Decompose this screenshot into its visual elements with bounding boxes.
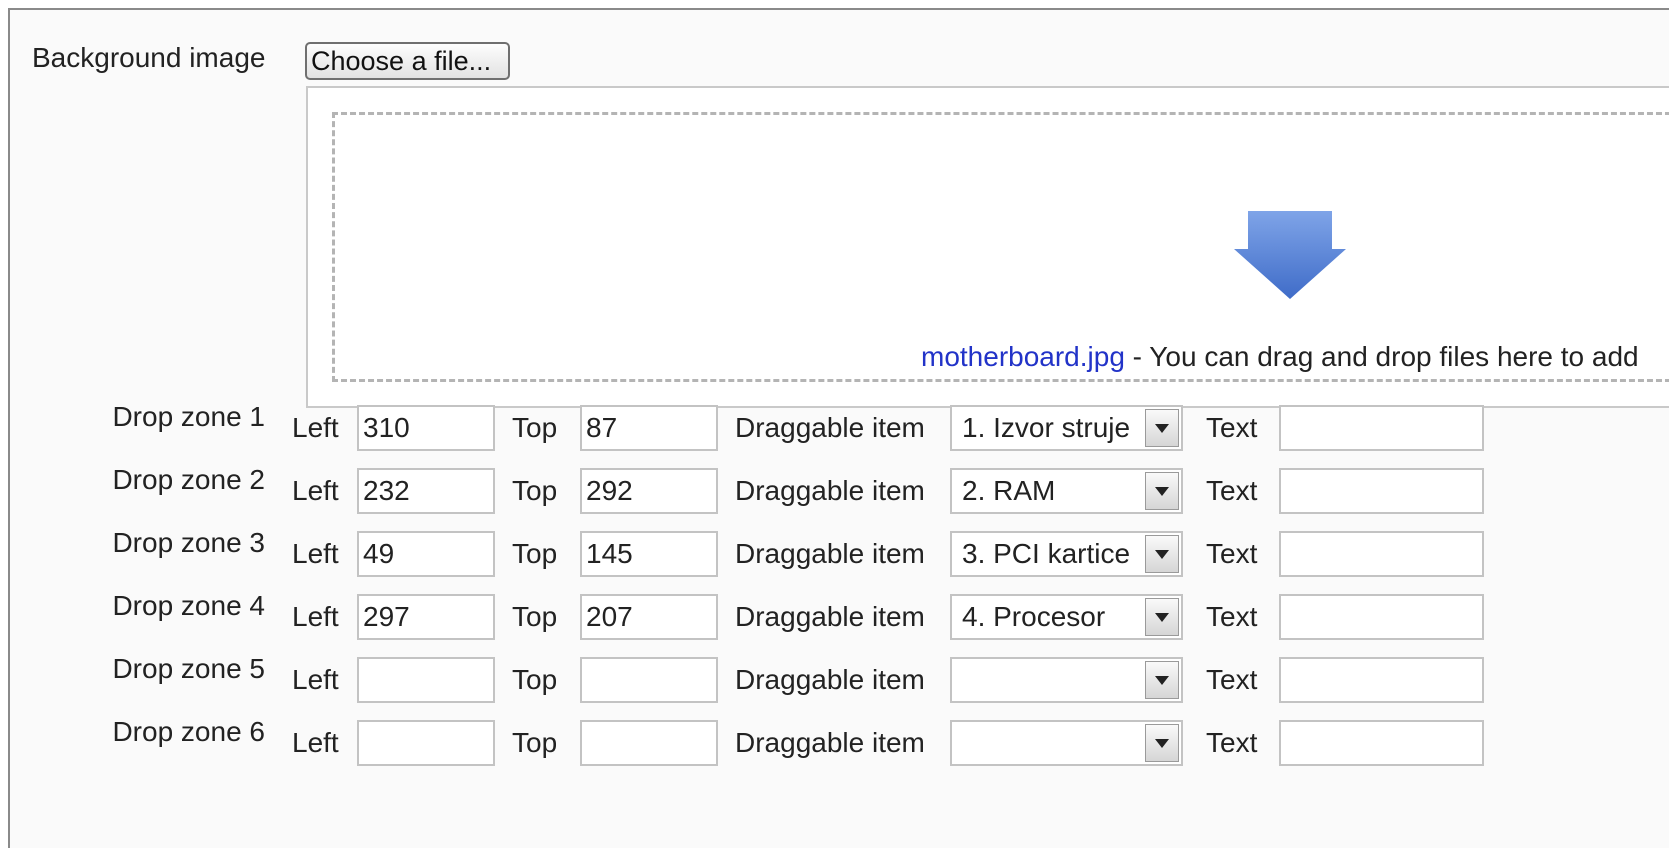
drop-zone-1-left-input[interactable] [357, 405, 495, 451]
chevron-down-icon [1155, 487, 1169, 496]
selected-item: 3. PCI kartice [962, 538, 1131, 569]
drop-zone-3-text-input[interactable] [1279, 531, 1484, 577]
top-label: Top [512, 664, 558, 695]
select-dropdown-button[interactable] [1145, 472, 1179, 510]
left-label: Left [292, 727, 339, 758]
drop-zone-6-top-input[interactable] [580, 720, 718, 766]
drop-zone-4-text-input[interactable] [1279, 594, 1484, 640]
chevron-down-icon [1155, 424, 1169, 433]
top-label: Top [512, 727, 558, 758]
drop-zone-5-draggable-select[interactable] [950, 657, 1183, 703]
drop-zone-1-label: Drop zone 1 [112, 401, 265, 432]
drop-zone-2-top-input[interactable] [580, 468, 718, 514]
drop-zone-1-draggable-select[interactable]: 1. Izvor struje [950, 405, 1183, 451]
left-label: Left [292, 412, 339, 443]
drop-zone-1-top-input[interactable] [580, 405, 718, 451]
drop-zone-2-left-input[interactable] [357, 468, 495, 514]
drop-zone-4-left-input[interactable] [357, 594, 495, 640]
top-label: Top [512, 412, 558, 443]
draggable-item-label: Draggable item [735, 727, 925, 758]
select-dropdown-button[interactable] [1145, 535, 1179, 573]
background-image-label: Background image [32, 42, 266, 73]
drop-zone-6-draggable-select[interactable] [950, 720, 1183, 766]
text-label: Text [1206, 538, 1258, 569]
drop-zone-5-top-input[interactable] [580, 657, 718, 703]
file-manager-area: motherboard.jpg - You can drag and drop … [306, 86, 1669, 408]
draggable-item-label: Draggable item [735, 412, 925, 443]
drop-area[interactable]: motherboard.jpg - You can drag and drop … [332, 112, 1669, 382]
left-label: Left [292, 475, 339, 506]
draggable-item-label: Draggable item [735, 475, 925, 506]
drop-zone-1-text-input[interactable] [1279, 405, 1484, 451]
select-dropdown-button[interactable] [1145, 661, 1179, 699]
top-label: Top [512, 475, 558, 506]
top-label: Top [512, 538, 558, 569]
left-label: Left [292, 601, 339, 632]
drop-zone-4-top-input[interactable] [580, 594, 718, 640]
selected-item: 4. Procesor [962, 601, 1106, 632]
choose-file-button[interactable]: Choose a file... [305, 42, 510, 80]
drop-zone-3-draggable-select[interactable]: 3. PCI kartice [950, 531, 1183, 577]
drop-zone-4-label: Drop zone 4 [112, 590, 265, 621]
left-label: Left [292, 538, 339, 569]
select-dropdown-button[interactable] [1145, 598, 1179, 636]
drop-zone-6-label: Drop zone 6 [112, 716, 265, 747]
drop-zone-6-text-input[interactable] [1279, 720, 1484, 766]
chevron-down-icon [1155, 739, 1169, 748]
text-label: Text [1206, 727, 1258, 758]
draggable-item-label: Draggable item [735, 538, 925, 569]
drop-zone-3-label: Drop zone 3 [112, 527, 265, 558]
chevron-down-icon [1155, 676, 1169, 685]
down-arrow-icon [1234, 211, 1346, 299]
file-link[interactable]: motherboard.jpg [921, 341, 1125, 372]
text-label: Text [1206, 475, 1258, 506]
drop-zone-5-label: Drop zone 5 [112, 653, 265, 684]
drop-zone-2-label: Drop zone 2 [112, 464, 265, 495]
top-label: Top [512, 601, 558, 632]
drop-zone-5-left-input[interactable] [357, 657, 495, 703]
drop-zone-4-draggable-select[interactable]: 4. Procesor [950, 594, 1183, 640]
text-label: Text [1206, 664, 1258, 695]
drop-zone-2-text-input[interactable] [1279, 468, 1484, 514]
chevron-down-icon [1155, 613, 1169, 622]
draggable-item-label: Draggable item [735, 601, 925, 632]
drop-hint: - You can drag and drop files here to ad… [1124, 341, 1639, 372]
drop-zone-2-draggable-select[interactable]: 2. RAM [950, 468, 1183, 514]
selected-item: 1. Izvor struje [962, 412, 1131, 443]
left-label: Left [292, 664, 339, 695]
drop-zone-3-top-input[interactable] [580, 531, 718, 577]
text-label: Text [1206, 601, 1258, 632]
drop-zone-6-left-input[interactable] [357, 720, 495, 766]
drop-message: motherboard.jpg - You can drag and drop … [921, 341, 1639, 373]
select-dropdown-button[interactable] [1145, 409, 1179, 447]
chevron-down-icon [1155, 550, 1169, 559]
text-label: Text [1206, 412, 1258, 443]
select-dropdown-button[interactable] [1145, 724, 1179, 762]
selected-item: 2. RAM [962, 475, 1056, 506]
drop-zone-3-left-input[interactable] [357, 531, 495, 577]
draggable-item-label: Draggable item [735, 664, 925, 695]
drop-zone-5-text-input[interactable] [1279, 657, 1484, 703]
